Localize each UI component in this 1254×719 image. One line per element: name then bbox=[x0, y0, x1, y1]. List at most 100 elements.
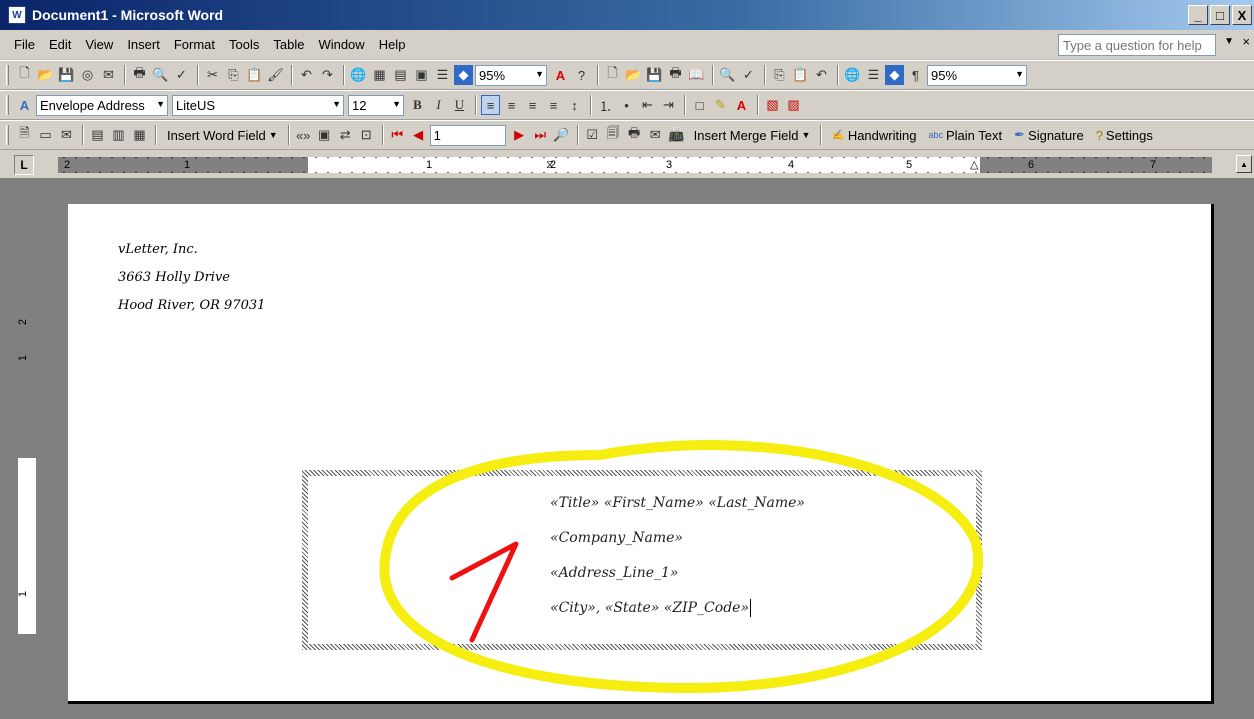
drawing-icon[interactable]: ◆ bbox=[454, 65, 473, 85]
format-painter-icon[interactable]: 🖌 bbox=[266, 65, 285, 85]
open-folder-icon[interactable]: 📂 bbox=[36, 65, 55, 85]
chevron-down-icon[interactable]: ▼ bbox=[1224, 36, 1234, 47]
print-icon[interactable]: 🖶 bbox=[130, 65, 149, 85]
insert-merge-field-button[interactable]: Insert Merge Field ▼ bbox=[694, 128, 811, 143]
hyperlink-icon[interactable]: 🌐 bbox=[349, 65, 368, 85]
paste-icon[interactable]: 📋 bbox=[245, 65, 264, 85]
last-record-icon[interactable]: ⏭ bbox=[531, 125, 550, 145]
close-document-button[interactable]: × bbox=[1242, 34, 1250, 49]
handwriting-button[interactable]: ✍ Handwriting bbox=[832, 128, 916, 143]
pdf-icon[interactable]: ▧ bbox=[763, 95, 782, 115]
pdf-email-icon[interactable]: ▨ bbox=[784, 95, 803, 115]
print-icon-2[interactable]: 🖶 bbox=[666, 65, 685, 85]
style-select[interactable]: Envelope Address ▼ bbox=[36, 94, 168, 116]
document-page[interactable]: vLetter, Inc. 3663 Holly Drive Hood Rive… bbox=[68, 204, 1214, 704]
align-left-icon[interactable]: ≡ bbox=[481, 95, 500, 115]
borders-icon[interactable]: □ bbox=[690, 95, 709, 115]
menu-insert[interactable]: Insert bbox=[127, 37, 160, 52]
help-icon[interactable]: ? bbox=[572, 65, 591, 85]
menu-window[interactable]: Window bbox=[318, 37, 364, 52]
insert-word-field-button[interactable]: Insert Word Field ▼ bbox=[167, 128, 278, 143]
merge-to-fax-icon[interactable]: 📠 bbox=[667, 125, 686, 145]
save-icon-2[interactable]: 💾 bbox=[645, 65, 664, 85]
print-preview-icon[interactable]: 🔍 bbox=[151, 65, 170, 85]
insert-merge-fields-icon[interactable]: ▦ bbox=[130, 125, 149, 145]
justify-icon[interactable]: ≡ bbox=[544, 95, 563, 115]
font-color-icon-2[interactable]: A bbox=[732, 95, 751, 115]
merge-to-email-icon[interactable]: ✉ bbox=[646, 125, 665, 145]
underline-button[interactable]: U bbox=[450, 95, 469, 115]
propagate-labels-icon[interactable]: ⊡ bbox=[357, 125, 376, 145]
find-entry-icon[interactable]: 🔎 bbox=[552, 125, 571, 145]
mail-merge-recipients-icon[interactable]: ✉ bbox=[57, 125, 76, 145]
spelling-icon[interactable]: ✓ bbox=[172, 65, 191, 85]
zoom-select-right[interactable]: 95% ▼ bbox=[927, 64, 1027, 86]
menu-help[interactable]: Help bbox=[379, 37, 406, 52]
hyperlink-icon-2[interactable]: 🌐 bbox=[843, 65, 862, 85]
menu-table[interactable]: Table bbox=[273, 37, 304, 52]
font-select[interactable]: LiteUS ▼ bbox=[172, 94, 344, 116]
redo-icon[interactable]: ↷ bbox=[318, 65, 337, 85]
settings-button[interactable]: ? Settings bbox=[1096, 128, 1153, 143]
font-color-icon[interactable]: A bbox=[551, 65, 570, 85]
bullets-icon[interactable]: • bbox=[617, 95, 636, 115]
ruler-right-indent-marker[interactable]: △ bbox=[970, 157, 978, 173]
italic-button[interactable]: I bbox=[429, 95, 448, 115]
delivery-address-frame[interactable]: «Title» «First_Name» «Last_Name» «Compan… bbox=[302, 470, 982, 650]
bold-button[interactable]: B bbox=[408, 95, 427, 115]
email-icon[interactable]: ✉ bbox=[99, 65, 118, 85]
columns-icon[interactable]: ☰ bbox=[433, 65, 452, 85]
view-merged-data-icon[interactable]: «» bbox=[294, 125, 313, 145]
pilcrow-icon[interactable]: ¶ bbox=[906, 65, 925, 85]
insert-excel-icon[interactable]: ▣ bbox=[412, 65, 431, 85]
tables-borders-icon[interactable]: ▦ bbox=[370, 65, 389, 85]
save-icon[interactable]: 💾 bbox=[57, 65, 76, 85]
open-folder-icon-2[interactable]: 📂 bbox=[624, 65, 643, 85]
word-app-icon[interactable]: W bbox=[8, 6, 26, 24]
align-center-icon[interactable]: ≡ bbox=[502, 95, 521, 115]
undo-icon[interactable]: ↶ bbox=[297, 65, 316, 85]
menu-format[interactable]: Format bbox=[174, 37, 215, 52]
drawing-icon-2[interactable]: ◆ bbox=[885, 65, 904, 85]
copy-icon-2[interactable]: ⎘ bbox=[770, 65, 789, 85]
menu-file[interactable]: File bbox=[14, 37, 35, 52]
increase-indent-icon[interactable]: ⇥ bbox=[659, 95, 678, 115]
merge-to-document-icon[interactable]: 🗐 bbox=[604, 125, 623, 145]
numbering-icon[interactable]: ⒈ bbox=[596, 95, 615, 115]
insert-address-block-icon[interactable]: ▤ bbox=[88, 125, 107, 145]
maximize-button[interactable]: □ bbox=[1210, 5, 1230, 25]
font-size-select[interactable]: 12 ▼ bbox=[348, 94, 404, 116]
highlight-icon[interactable]: ✎ bbox=[711, 95, 730, 115]
new-document-icon-2[interactable]: 🗋 bbox=[603, 65, 622, 85]
decrease-indent-icon[interactable]: ⇤ bbox=[638, 95, 657, 115]
spelling-icon-2[interactable]: ✓ bbox=[739, 65, 758, 85]
menu-tools[interactable]: Tools bbox=[229, 37, 259, 52]
check-errors-icon[interactable]: ☑ bbox=[583, 125, 602, 145]
menu-view[interactable]: View bbox=[85, 37, 113, 52]
insert-greeting-line-icon[interactable]: ▥ bbox=[109, 125, 128, 145]
paste-icon-2[interactable]: 📋 bbox=[791, 65, 810, 85]
line-spacing-icon[interactable]: ↕ bbox=[565, 95, 584, 115]
undo-icon-2[interactable]: ↶ bbox=[812, 65, 831, 85]
align-right-icon[interactable]: ≡ bbox=[523, 95, 542, 115]
return-address[interactable]: vLetter, Inc. 3663 Holly Drive Hood Rive… bbox=[118, 236, 265, 320]
help-search-input[interactable] bbox=[1058, 34, 1216, 56]
minimize-button[interactable]: _ bbox=[1188, 5, 1208, 25]
zoom-select-left[interactable]: 95% ▼ bbox=[475, 64, 547, 86]
plain-text-button[interactable]: abc Plain Text bbox=[928, 128, 1002, 143]
permission-icon[interactable]: ◎ bbox=[78, 65, 97, 85]
vertical-ruler[interactable]: 2 1 1 bbox=[17, 208, 36, 704]
open-data-source-icon[interactable]: ▭ bbox=[36, 125, 55, 145]
insert-table-icon[interactable]: ▤ bbox=[391, 65, 410, 85]
highlight-merge-fields-icon[interactable]: ▣ bbox=[315, 125, 334, 145]
menu-edit[interactable]: Edit bbox=[49, 37, 71, 52]
next-record-icon[interactable]: ▶ bbox=[510, 125, 529, 145]
record-number-input[interactable]: 1 bbox=[429, 124, 506, 146]
print-preview-icon-2[interactable]: 🔍 bbox=[718, 65, 737, 85]
main-document-setup-icon[interactable]: 🗎 bbox=[15, 125, 34, 145]
cut-icon[interactable]: ✂ bbox=[203, 65, 222, 85]
tab-selector[interactable]: L bbox=[14, 155, 34, 175]
delivery-address[interactable]: «Title» «First_Name» «Last_Name» «Compan… bbox=[550, 486, 805, 626]
columns-icon-2[interactable]: ☰ bbox=[864, 65, 883, 85]
first-record-icon[interactable]: ⏮ bbox=[388, 125, 407, 145]
